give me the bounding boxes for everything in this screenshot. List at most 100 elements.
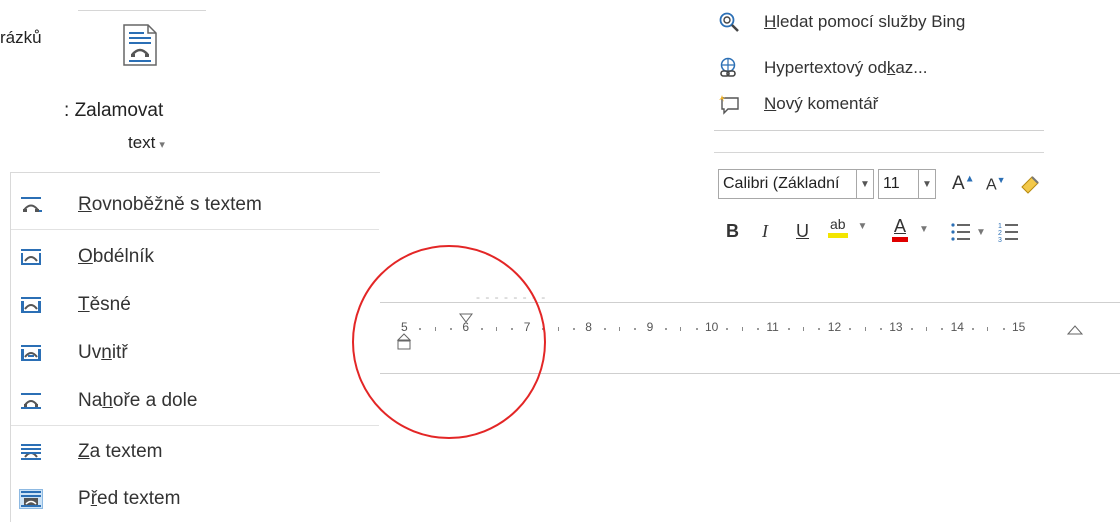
ruler-tick	[695, 328, 698, 330]
ruler-tick	[987, 327, 989, 331]
new-comment-icon	[719, 95, 739, 115]
chevron-down-icon[interactable]: ▼	[856, 170, 873, 198]
ruler-tick	[910, 328, 913, 330]
chevron-down-icon: ▾	[159, 139, 165, 151]
font-name-select[interactable]: Calibri (Základní ▼	[718, 169, 874, 199]
wrap-text-menu: Rovnoběžně s textem Obdélník Těsné Uvnit…	[10, 172, 380, 522]
wrap-text-icon[interactable]	[122, 24, 158, 66]
top-bottom-wrap-icon	[21, 393, 41, 409]
context-menu: Hledat pomocí služby Bing Hypertextový o…	[714, 0, 1044, 130]
menu-item-label: Uvnitř	[78, 342, 128, 363]
mini-toolbar: Calibri (Základní ▼ 11 ▼ A▲ A▼ B I U ab …	[714, 152, 1044, 265]
annotation-circle	[352, 245, 546, 439]
ruler-tick	[879, 328, 882, 330]
behind-text-icon	[21, 444, 41, 460]
menu-item-top-and-bottom[interactable]: Nahoře a dole	[11, 377, 379, 425]
menu-item-label: Nahoře a dole	[78, 390, 198, 411]
context-item-new-comment[interactable]: Nový komentář	[714, 86, 1044, 122]
ruler-label: 11	[766, 320, 779, 334]
ruler-tick	[864, 327, 866, 331]
ruler-tick	[741, 327, 743, 331]
chevron-down-icon[interactable]: ▼	[918, 170, 935, 198]
grow-font-button[interactable]: A▲	[952, 173, 975, 195]
context-item-label: Hypertextový odkaz...	[764, 58, 928, 77]
tight-wrap-icon	[21, 297, 41, 313]
bullets-icon[interactable]	[950, 221, 972, 243]
chevron-down-icon: ▼	[919, 224, 929, 235]
ruler-tick	[941, 328, 944, 330]
menu-separator	[11, 425, 379, 426]
hyperlink-icon	[720, 57, 736, 77]
ruler-tick	[803, 327, 805, 331]
wrap-text-line2: text	[128, 133, 156, 152]
font-name-value: Calibri (Základní	[723, 175, 840, 192]
menu-item-label: Za textem	[78, 441, 163, 462]
right-indent-marker[interactable]	[1066, 320, 1084, 336]
menu-separator	[11, 229, 379, 230]
underline-button[interactable]: U	[796, 221, 809, 242]
square-wrap-icon	[21, 249, 41, 265]
bold-button[interactable]: B	[726, 221, 739, 242]
menu-item-label: Před textem	[78, 488, 181, 509]
search-bing-icon	[719, 12, 739, 32]
menu-item-in-line-with-text[interactable]: Rovnoběžně s textem	[11, 181, 379, 229]
font-size-value: 11	[883, 175, 900, 192]
chevron-down-icon: ▼	[857, 221, 868, 232]
ruler-label: 13	[889, 320, 903, 334]
in-line-with-text-icon	[21, 197, 42, 212]
ruler-tick	[634, 328, 637, 330]
through-wrap-icon	[21, 345, 41, 361]
ruler-tick	[680, 327, 682, 331]
wrap-text-label-line2[interactable]: text ▾	[128, 133, 165, 153]
ruler-tick	[618, 327, 620, 331]
chevron-down-icon[interactable]: ▼	[976, 227, 986, 238]
ruler-tick	[757, 328, 760, 330]
svg-text:2: 2	[998, 230, 1002, 237]
menu-item-square[interactable]: Obdélník	[11, 233, 379, 281]
menu-item-behind-text[interactable]: Za textem	[11, 428, 379, 476]
numbering-icon[interactable]: 1 2 3	[998, 221, 1020, 243]
ruler-label: 14	[950, 320, 964, 334]
menu-item-tight[interactable]: Těsné	[11, 281, 379, 329]
context-item-search-bing[interactable]: Hledat pomocí služby Bing	[714, 4, 1044, 40]
context-item-label: Hledat pomocí služby Bing	[764, 12, 966, 31]
svg-text:3: 3	[998, 237, 1002, 243]
wrap-text-label[interactable]: : Zalamovat	[64, 100, 163, 122]
ruler-tick	[557, 327, 559, 331]
ruler-tick	[603, 328, 606, 330]
in-front-of-text-icon	[19, 489, 43, 509]
ruler-tick	[1002, 328, 1005, 330]
ruler-label: 8	[585, 320, 592, 334]
ruler-tick	[849, 328, 852, 330]
ruler-tick	[925, 327, 927, 331]
menu-item-label: Obdélník	[78, 246, 155, 267]
menu-item-through[interactable]: Uvnitř	[11, 329, 379, 377]
menu-item-label: Rovnoběžně s textem	[78, 194, 262, 215]
ruler-tick	[971, 328, 974, 330]
ruler-tick	[818, 328, 821, 330]
ruler-label: 15	[1012, 320, 1026, 334]
ruler-label: 9	[646, 320, 654, 334]
menu-item-label: Těsné	[78, 294, 131, 315]
ruler-tick	[572, 328, 575, 330]
context-item-hyperlink[interactable]: Hypertextový odkaz...	[714, 50, 1044, 86]
shrink-font-button[interactable]: A▼	[986, 175, 1006, 194]
menu-item-in-front-of-text[interactable]: Před textem	[11, 475, 379, 523]
font-color-icon: A	[892, 217, 909, 242]
ruler-tick	[787, 328, 790, 330]
ribbon-divider	[78, 10, 206, 11]
font-color-button[interactable]: A ▼	[892, 217, 929, 242]
context-menu-divider	[714, 130, 1044, 131]
wrap-text-prefix: :	[64, 100, 70, 121]
highlight-button[interactable]: ab ▼	[828, 217, 867, 238]
ruler-label: 12	[827, 320, 842, 334]
italic-button[interactable]: I	[762, 221, 768, 242]
ruler-tick	[664, 328, 667, 330]
format-painter-icon[interactable]	[1018, 173, 1042, 195]
ruler-label: 10	[705, 320, 719, 334]
ruler-tick	[726, 328, 729, 330]
wrap-text-line1: Zalamovat	[74, 100, 164, 121]
context-item-label: Nový komentář	[764, 94, 879, 113]
svg-text:1: 1	[998, 223, 1002, 230]
font-size-select[interactable]: 11 ▼	[878, 169, 936, 199]
